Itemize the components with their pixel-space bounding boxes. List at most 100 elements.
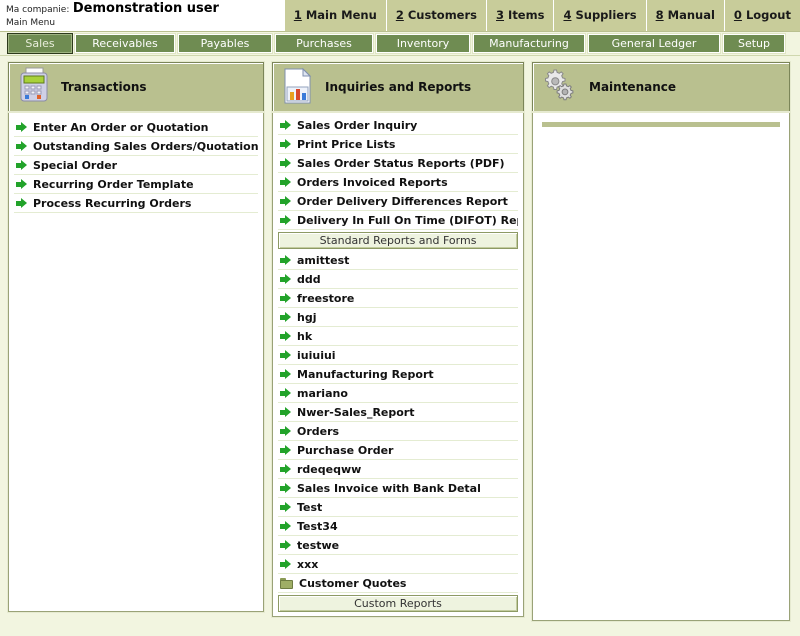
transactions-item[interactable]: Special Order	[14, 156, 258, 175]
customer-quotes-folder[interactable]: Customer Quotes	[278, 574, 518, 593]
arrow-right-icon	[16, 122, 27, 133]
list-item-label: Test	[297, 500, 323, 514]
list-item-label: Enter An Order or Quotation	[33, 120, 209, 134]
tab-payables[interactable]: Payables	[178, 34, 272, 53]
tab-general-ledger[interactable]: General Ledger	[588, 34, 720, 53]
quickmenu-item-customers[interactable]: 2 Customers	[387, 0, 488, 31]
arrow-right-icon	[280, 521, 291, 532]
page-title: Main Menu	[6, 17, 56, 28]
standard-report-item[interactable]: freestore	[278, 289, 518, 308]
arrow-right-icon	[16, 179, 27, 190]
quickmenu-item-suppliers[interactable]: 4 Suppliers	[554, 0, 647, 31]
transactions-item[interactable]: Outstanding Sales Orders/Quotations	[14, 137, 258, 156]
standard-report-item[interactable]: Test34	[278, 517, 518, 536]
inquiries-item[interactable]: Orders Invoiced Reports	[278, 173, 518, 192]
list-item-label: Sales Order Inquiry	[297, 118, 418, 132]
arrow-right-icon	[280, 540, 291, 551]
quick-menu: 1 Main Menu 2 Customers 3 Items 4 Suppliers…	[283, 0, 800, 31]
standard-report-item[interactable]: xxx	[278, 555, 518, 574]
arrow-right-icon	[280, 502, 291, 513]
inquiries-item[interactable]: Sales Order Status Reports (PDF)	[278, 154, 518, 173]
list-item-label: amittest	[297, 253, 350, 267]
arrow-right-icon	[280, 139, 291, 150]
report-chart-icon	[281, 67, 315, 108]
quickmenu-item-manual[interactable]: 8 Manual	[647, 0, 725, 31]
quickmenu-item-items[interactable]: 3 Items	[487, 0, 555, 31]
standard-report-item[interactable]: Orders	[278, 422, 518, 441]
panel-inquiries-body: Sales Order Inquiry Print Price Lists Sale…	[271, 111, 525, 618]
inquiries-item[interactable]: Delivery In Full On Time (DIFOT) Report	[278, 211, 518, 230]
standard-report-item[interactable]: Sales Invoice with Bank Detal	[278, 479, 518, 498]
list-item-label: Test34	[297, 519, 338, 533]
standard-report-item[interactable]: hgj	[278, 308, 518, 327]
panel-inquiries: Inquiries and Reports Sales Order Inquir…	[271, 61, 525, 618]
custom-reports-button[interactable]: Custom Reports	[278, 595, 518, 612]
inquiries-item[interactable]: Sales Order Inquiry	[278, 116, 518, 135]
standard-report-item[interactable]: Nwer-Sales_Report	[278, 403, 518, 422]
company-line: Ma companie: Demonstration user	[6, 1, 284, 17]
standard-report-item[interactable]: mariano	[278, 384, 518, 403]
list-item-label: xxx	[297, 557, 319, 571]
list-item-label: ddd	[297, 272, 321, 286]
tab-setup[interactable]: Setup	[723, 34, 785, 53]
transactions-item[interactable]: Recurring Order Template	[14, 175, 258, 194]
standard-report-item[interactable]: iuiuiui	[278, 346, 518, 365]
list-item-label: rdeqeqww	[297, 462, 362, 476]
arrow-right-icon	[16, 141, 27, 152]
standard-report-item[interactable]: Test	[278, 498, 518, 517]
list-item-label: Nwer-Sales_Report	[297, 405, 415, 419]
folder-icon	[280, 577, 293, 589]
inquiries-item[interactable]: Order Delivery Differences Report	[278, 192, 518, 211]
arrow-right-icon	[280, 445, 291, 456]
arrow-right-icon	[280, 388, 291, 399]
list-item-label: Outstanding Sales Orders/Quotations	[33, 139, 258, 153]
arrow-right-icon	[280, 464, 291, 475]
list-item-label: freestore	[297, 291, 355, 305]
list-item-label: hgj	[297, 310, 317, 324]
tab-sales[interactable]: Sales	[8, 34, 72, 53]
inquiries-item[interactable]: Print Price Lists	[278, 135, 518, 154]
arrow-right-icon	[280, 331, 291, 342]
list-item-label: testwe	[297, 538, 340, 552]
tab-inventory[interactable]: Inventory	[376, 34, 470, 53]
quickmenu-item-logout[interactable]: 0 Logout	[725, 0, 800, 31]
transactions-item[interactable]: Enter An Order or Quotation	[14, 118, 258, 137]
custom-report-item[interactable]: 1	[278, 614, 518, 616]
arrow-right-icon	[280, 196, 291, 207]
standard-reports-button[interactable]: Standard Reports and Forms	[278, 232, 518, 249]
standard-report-item[interactable]: ddd	[278, 270, 518, 289]
tab-manufacturing[interactable]: Manufacturing	[473, 34, 585, 53]
arrow-right-icon	[16, 198, 27, 209]
panel-maintenance: Maintenance	[531, 61, 791, 622]
arrow-right-icon	[280, 158, 291, 169]
panel-inquiries-header: Inquiries and Reports	[271, 61, 525, 113]
company-label: Ma companie:	[6, 5, 70, 15]
list-item-label: Purchase Order	[297, 443, 394, 457]
list-item-label: Customer Quotes	[299, 576, 407, 590]
company-name: Demonstration user	[72, 1, 219, 16]
quickmenu-item-label: Logout	[741, 8, 791, 22]
standard-report-item[interactable]: testwe	[278, 536, 518, 555]
quickmenu-item-label: Manual	[663, 8, 715, 22]
tab-purchases[interactable]: Purchases	[275, 34, 373, 53]
quickmenu-item-label: Customers	[403, 8, 478, 22]
arrow-right-icon	[280, 407, 291, 418]
list-item-label: Print Price Lists	[297, 137, 396, 151]
standard-report-item[interactable]: hk	[278, 327, 518, 346]
transactions-item[interactable]: Process Recurring Orders	[14, 194, 258, 213]
list-item-label: Orders	[297, 424, 340, 438]
standard-report-item[interactable]: Manufacturing Report	[278, 365, 518, 384]
accesskey: 1	[293, 8, 302, 22]
panel-transactions-title: Transactions	[61, 80, 147, 94]
quickmenu-item-main-menu[interactable]: 1 Main Menu	[285, 0, 387, 31]
tab-receivables[interactable]: Receivables	[75, 34, 175, 53]
standard-report-item[interactable]: amittest	[278, 251, 518, 270]
standard-report-item[interactable]: Purchase Order	[278, 441, 518, 460]
arrow-right-icon	[16, 160, 27, 171]
list-item-label: Process Recurring Orders	[33, 196, 192, 210]
arrow-right-icon	[280, 215, 291, 226]
standard-report-item[interactable]: rdeqeqww	[278, 460, 518, 479]
list-item-label: Sales Invoice with Bank Detal	[297, 481, 481, 495]
arrow-right-icon	[280, 274, 291, 285]
list-item-label: mariano	[297, 386, 348, 400]
